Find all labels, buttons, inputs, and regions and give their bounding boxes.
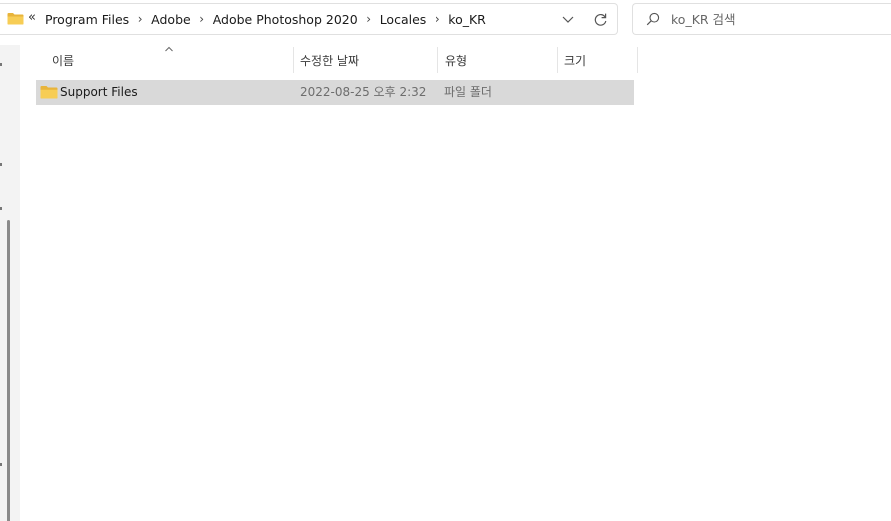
column-header-type[interactable]: 유형 (437, 46, 557, 74)
column-header-label: 이름 (52, 53, 75, 68)
address-bar[interactable]: « Program Files › Adobe › Adobe Photosho… (0, 3, 618, 35)
nav-item-marker (0, 463, 2, 466)
file-type: 파일 폴더 (444, 85, 492, 99)
breadcrumb-overflow-button[interactable]: « (28, 10, 36, 25)
breadcrumb-separator-icon[interactable]: › (132, 12, 148, 26)
breadcrumb-item-adobe[interactable]: Adobe (151, 12, 191, 27)
file-name: Support Files (60, 85, 138, 99)
search-box[interactable] (632, 3, 891, 35)
nav-item-marker (0, 63, 2, 66)
breadcrumb-separator-icon[interactable]: › (429, 12, 445, 26)
chevron-down-icon[interactable] (561, 13, 575, 25)
column-header-size[interactable]: 크기 (557, 46, 637, 74)
breadcrumb-item-photoshop-2020[interactable]: Adobe Photoshop 2020 (213, 12, 358, 27)
folder-icon (40, 86, 58, 99)
file-row-support-files[interactable]: Support Files 2022-08-25 오후 2:32 파일 폴더 (36, 80, 634, 105)
search-input[interactable] (671, 9, 881, 29)
column-header-name[interactable]: 이름 (36, 46, 293, 74)
column-header-label: 크기 (564, 53, 587, 68)
breadcrumb-item-program-files[interactable]: Program Files (45, 12, 129, 27)
breadcrumb-item-locales[interactable]: Locales (380, 12, 427, 27)
breadcrumb-separator-icon[interactable]: › (361, 12, 377, 26)
nav-scrollbar-thumb[interactable] (7, 220, 10, 521)
navigation-pane[interactable] (0, 45, 20, 521)
search-icon (646, 12, 660, 26)
folder-icon (7, 13, 24, 25)
column-header-label: 유형 (445, 53, 468, 68)
nav-item-marker (0, 163, 2, 166)
breadcrumb: Program Files › Adobe › Adobe Photoshop … (45, 4, 486, 34)
file-date-modified: 2022-08-25 오후 2:32 (300, 85, 427, 99)
column-divider[interactable] (637, 47, 638, 73)
file-list: 이름 수정한 날짜 유형 크기 Support Files 2022-08-25… (36, 45, 891, 521)
column-header-label: 수정한 날짜 (300, 53, 360, 68)
nav-item-marker (0, 207, 2, 210)
breadcrumb-separator-icon[interactable]: › (194, 12, 210, 26)
breadcrumb-item-ko-kr[interactable]: ko_KR (448, 12, 486, 27)
refresh-icon[interactable] (593, 12, 608, 27)
file-explorer-window: « Program Files › Adobe › Adobe Photosho… (0, 0, 891, 521)
column-header-date-modified[interactable]: 수정한 날짜 (292, 46, 437, 74)
